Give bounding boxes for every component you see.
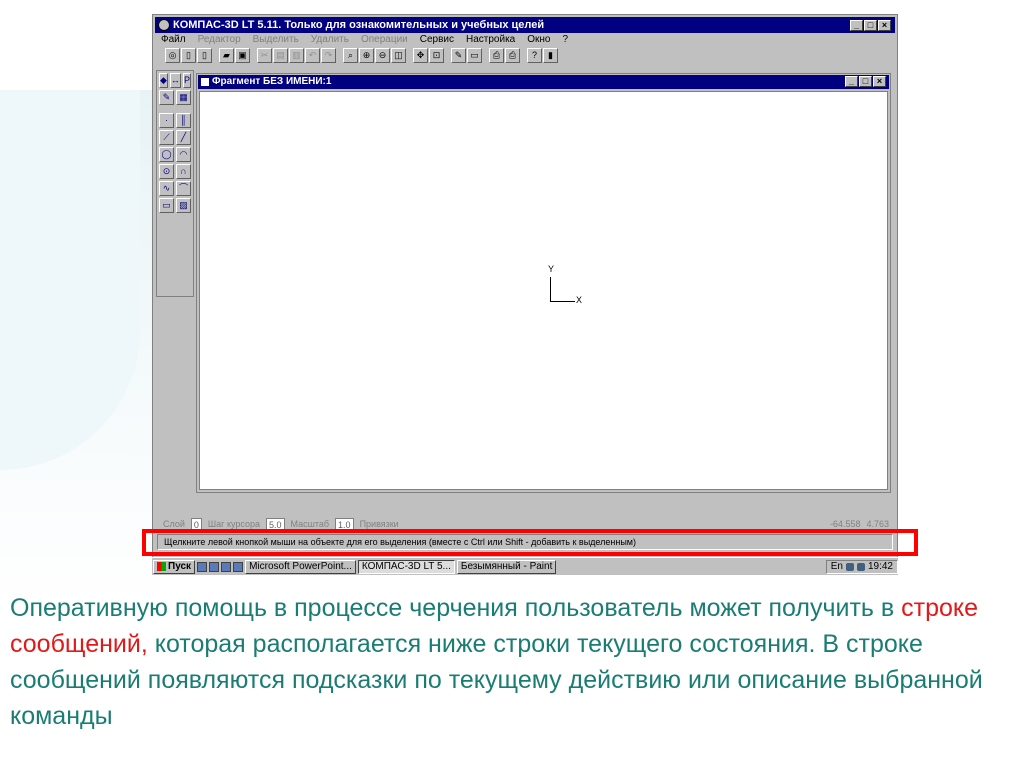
drawing-canvas[interactable]: Y X <box>199 91 888 490</box>
print-preview-icon[interactable]: ⎙ <box>489 48 504 63</box>
close-button[interactable]: × <box>878 20 891 31</box>
new-sheet-icon[interactable]: ▯ <box>181 48 196 63</box>
ellipse-icon[interactable]: ⊙ <box>159 164 174 179</box>
menu-editor[interactable]: Редактор <box>198 33 241 47</box>
copy-icon[interactable]: ▤ <box>273 48 288 63</box>
menu-file[interactable]: Файл <box>161 33 186 47</box>
pan-icon[interactable]: ✥ <box>413 48 428 63</box>
spline-icon[interactable]: ∿ <box>159 181 174 196</box>
ie-icon[interactable] <box>197 561 208 572</box>
view-icon[interactable]: ▭ <box>467 48 482 63</box>
document-title-bar[interactable]: Фрагмент БЕЗ ИМЕНИ:1 _ □ × <box>198 75 889 89</box>
document-window: Фрагмент БЕЗ ИМЕНИ:1 _ □ × Y X <box>196 73 891 493</box>
new-fragment-icon[interactable]: ▯ <box>197 48 212 63</box>
hatch-icon[interactable]: ▨ <box>176 198 191 213</box>
doc-minimize-button[interactable]: _ <box>845 76 858 87</box>
document-title: Фрагмент БЕЗ ИМЕНИ:1 <box>212 76 332 87</box>
task-paint[interactable]: Безымянный - Paint <box>456 559 557 574</box>
point-icon[interactable]: · <box>159 113 174 128</box>
menu-help[interactable]: ? <box>562 33 568 47</box>
x-axis <box>550 301 575 302</box>
document-icon <box>201 78 209 86</box>
panel-tab-r[interactable]: Р <box>182 73 191 88</box>
y-axis <box>550 277 551 302</box>
open-icon[interactable]: ▰ <box>219 48 234 63</box>
paste-icon[interactable]: ▥ <box>289 48 304 63</box>
x-axis-label: X <box>576 295 583 305</box>
kompas-window: КОМПАС-3D LT 5.11. Только для ознакомите… <box>152 14 898 575</box>
dimensions-tab-icon[interactable]: ↔ <box>169 73 181 88</box>
desktop-icon[interactable] <box>221 561 232 572</box>
menu-window[interactable]: Окно <box>527 33 550 47</box>
show-all-icon[interactable]: ⊡ <box>429 48 444 63</box>
zoom-window-icon[interactable]: ◫ <box>391 48 406 63</box>
bezier-icon[interactable]: ⌒ <box>176 181 191 196</box>
start-button[interactable]: Пуск <box>153 559 196 574</box>
menu-bar: Файл Редактор Выделить Удалить Операции … <box>155 33 895 47</box>
new-document-icon[interactable]: ◎ <box>165 48 180 63</box>
library-icon[interactable]: ▮ <box>543 48 558 63</box>
message-bar-highlight-frame <box>142 529 918 556</box>
context-help-icon[interactable]: ? <box>527 48 542 63</box>
tools-panel: ◆ ↔ Р ✎ ▦ · ║ ⟋ ╱ ◯ ◠ ⊙ ∩ ∿ ⌒ ▭ ▨ <box>156 70 194 297</box>
channels-icon[interactable] <box>233 561 244 572</box>
menu-service[interactable]: Сервис <box>420 33 454 47</box>
cut-icon[interactable]: ✂ <box>257 48 272 63</box>
measure-tab-icon[interactable]: ▦ <box>176 90 191 105</box>
language-indicator[interactable]: En <box>831 561 843 573</box>
zoom-out-icon[interactable]: ⊖ <box>375 48 390 63</box>
arc-3pt-icon[interactable]: ∩ <box>176 164 191 179</box>
menu-settings[interactable]: Настройка <box>466 33 515 47</box>
menu-select[interactable]: Выделить <box>253 33 299 47</box>
slide-caption: Оперативную помощь в процессе черчения п… <box>10 590 1015 734</box>
zoom-icon[interactable]: ⌕ <box>343 48 358 63</box>
aux-line-icon[interactable]: ║ <box>176 113 191 128</box>
redo-icon[interactable]: ↷ <box>321 48 336 63</box>
menu-operations[interactable]: Операции <box>361 33 408 47</box>
arc-icon[interactable]: ◠ <box>176 147 191 162</box>
zoom-in-icon[interactable]: ⊕ <box>359 48 374 63</box>
start-label: Пуск <box>168 560 192 572</box>
tray-volume-icon[interactable] <box>845 562 854 571</box>
tray-time: 19:42 <box>867 560 893 572</box>
tray-clock-icon[interactable] <box>856 562 865 571</box>
caption-part1: Оперативную помощь в процессе черчения п… <box>10 594 902 622</box>
windows-flag-icon <box>157 562 166 571</box>
edit-icon[interactable]: ✎ <box>451 48 466 63</box>
doc-close-button[interactable]: × <box>873 76 886 87</box>
window-title-bar[interactable]: КОМПАС-3D LT 5.11. Только для ознакомите… <box>155 17 895 33</box>
circle-icon[interactable]: ◯ <box>159 147 174 162</box>
save-icon[interactable]: ▣ <box>235 48 250 63</box>
print-icon[interactable]: ⎙ <box>505 48 520 63</box>
doc-maximize-button[interactable]: □ <box>859 76 872 87</box>
task-kompas[interactable]: КОМПАС-3D LT 5... <box>357 559 455 574</box>
window-title: КОМПАС-3D LT 5.11. Только для ознакомите… <box>173 19 545 31</box>
segment-icon[interactable]: ⟋ <box>159 130 174 145</box>
app-icon <box>158 19 170 31</box>
system-tray: En 19:42 <box>825 559 898 574</box>
outlook-icon[interactable] <box>209 561 220 572</box>
undo-icon[interactable]: ↶ <box>305 48 320 63</box>
menu-delete[interactable]: Удалить <box>311 33 349 47</box>
rectangle-icon[interactable]: ▭ <box>159 198 174 213</box>
geometry-tab-icon[interactable]: ◆ <box>159 73 168 88</box>
task-powerpoint[interactable]: Microsoft PowerPoint... <box>245 559 356 574</box>
minimize-button[interactable]: _ <box>850 20 863 31</box>
maximize-button[interactable]: □ <box>864 20 877 31</box>
y-axis-label: Y <box>548 264 555 274</box>
taskbar: Пуск Microsoft PowerPoint... КОМПАС-3D L… <box>152 557 898 575</box>
line-icon[interactable]: ╱ <box>176 130 191 145</box>
caption-part2: которая располагается ниже строки текуще… <box>10 630 983 730</box>
edit-tab-icon[interactable]: ✎ <box>159 90 174 105</box>
main-toolbar: ◎ ▯ ▯ ▰ ▣ ✂ ▤ ▥ ↶ ↷ ⌕ ⊕ ⊖ ◫ ✥ ⊡ ✎ ▭ ⎙ ⎙ … <box>155 48 895 66</box>
